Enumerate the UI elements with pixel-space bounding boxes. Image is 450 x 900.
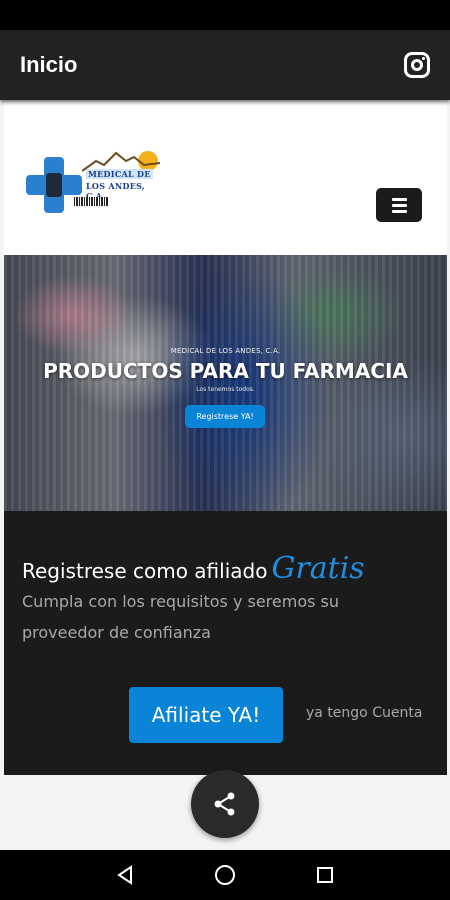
app-bar: Inicio xyxy=(0,30,450,100)
register-section: Registrese como afiliado Gratis Cumpla co… xyxy=(4,511,447,775)
hero-title: PRODUCTOS PARA TU FARMACIA xyxy=(43,359,408,383)
hero-kicker: MEDICAL DE LOS ANDES, C.A. xyxy=(170,347,281,355)
affiliate-button[interactable]: Afiliate YA! xyxy=(129,687,283,743)
instagram-icon[interactable] xyxy=(404,52,430,78)
register-now-button[interactable]: Registrese YA! xyxy=(185,405,265,428)
logo-text-line1: MEDICAL DE xyxy=(86,169,153,179)
recents-square-icon[interactable] xyxy=(310,860,340,890)
register-description: Cumpla con los requisitos y seremos su p… xyxy=(22,592,340,642)
register-heading: Registrese como afiliado Gratis xyxy=(22,551,365,586)
status-bar xyxy=(0,0,450,30)
barcode-logo-mark xyxy=(74,197,108,206)
have-account-link[interactable]: ya tengo Cuenta xyxy=(306,705,422,721)
hamburger-menu-icon[interactable] xyxy=(376,188,422,222)
hero-subtitle: Los tenemos todos. xyxy=(196,386,255,393)
share-icon xyxy=(214,792,235,816)
register-title: Registrese como afiliado xyxy=(22,559,268,583)
site-header: MEDICAL DE LOS ANDES, C.A. xyxy=(4,100,447,255)
webview: MEDICAL DE LOS ANDES, C.A. MEDICAL DE LO… xyxy=(0,100,450,850)
web-page: MEDICAL DE LOS ANDES, C.A. MEDICAL DE LO… xyxy=(4,100,447,775)
app-title: Inicio xyxy=(20,52,78,77)
system-nav-bar xyxy=(0,850,450,900)
share-button[interactable] xyxy=(191,770,259,838)
home-circle-icon[interactable] xyxy=(210,860,240,890)
gratis-highlight: Gratis xyxy=(271,551,365,586)
company-logo[interactable]: MEDICAL DE LOS ANDES, C.A. xyxy=(22,147,162,213)
back-triangle-icon[interactable] xyxy=(110,860,140,890)
hero-banner: MEDICAL DE LOS ANDES, C.A. PRODUCTOS PAR… xyxy=(4,255,447,511)
